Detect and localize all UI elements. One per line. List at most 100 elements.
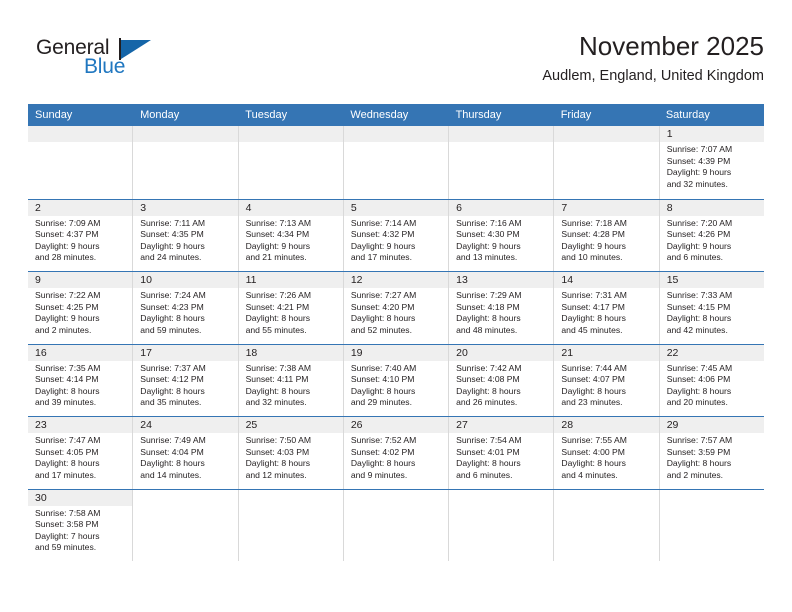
- day-sun-info: Sunrise: 7:50 AM Sunset: 4:03 PM Daylight:…: [239, 433, 343, 481]
- day-cell[interactable]: 24 Sunrise: 7:49 AM Sunset: 4:04 PM Dayligh…: [133, 417, 239, 489]
- day-sun-info: Sunrise: 7:38 AM Sunset: 4:11 PM Daylight:…: [239, 361, 343, 409]
- daylight-text-line2: and 6 minutes.: [666, 252, 724, 263]
- day-cell[interactable]: 19 Sunrise: 7:40 AM Sunset: 4:10 PM Dayligh…: [343, 344, 450, 416]
- sunset-text: Sunset: 4:02 PM: [350, 446, 415, 457]
- day-cell[interactable]: 20 Sunrise: 7:42 AM Sunset: 4:08 PM Dayligh…: [449, 344, 555, 416]
- weekday-monday: Monday: [140, 109, 180, 121]
- day-cell[interactable]: 28 Sunrise: 7:55 AM Sunset: 4:00 PM Dayligh…: [554, 417, 660, 489]
- day-number: 5: [343, 199, 449, 216]
- day-cell[interactable]: 16 Sunrise: 7:35 AM Sunset: 4:14 PM Dayligh…: [28, 344, 134, 416]
- weekday-header-row: Sunday Monday Tuesday Wednesday Thursday…: [28, 104, 764, 126]
- day-number: 6: [449, 199, 554, 216]
- calendar-week-row: 23 Sunrise: 7:47 AM Sunset: 4:05 PM Dayligh…: [28, 416, 764, 489]
- day-cell-blank: [660, 490, 764, 562]
- day-cell[interactable]: 22 Sunrise: 7:45 AM Sunset: 4:06 PM Dayligh…: [659, 344, 764, 417]
- sunrise-text: Sunrise: 7:44 AM: [561, 362, 627, 373]
- calendar-page: General Blue November 2025 Audlem, Engla…: [0, 0, 792, 612]
- day-cell[interactable]: 10 Sunrise: 7:24 AM Sunset: 4:23 PM Dayligh…: [133, 272, 239, 344]
- day-cell-empty: [28, 126, 134, 199]
- day-number: 9: [28, 272, 133, 288]
- sunrise-text: Sunrise: 7:58 AM: [35, 507, 101, 518]
- day-number: 21: [554, 344, 659, 361]
- calendar-week-row: 1 Sunrise: 7:07 AM Sunset: 4:39 PM Daylight…: [28, 126, 764, 199]
- daylight-text-line1: Daylight: 9 hours: [35, 313, 100, 324]
- daylight-text-line2: and 4 minutes.: [561, 469, 618, 480]
- sunrise-text: Sunrise: 7:29 AM: [456, 290, 522, 300]
- sunset-text: Sunset: 4:06 PM: [666, 374, 731, 385]
- day-number-strip: [343, 126, 449, 142]
- daylight-text-line1: Daylight: 8 hours: [245, 313, 311, 324]
- day-cell[interactable]: 8 Sunrise: 7:20 AM Sunset: 4:26 PM Daylight…: [659, 199, 764, 272]
- day-number: 29: [659, 417, 764, 433]
- day-cell-empty: [554, 126, 660, 199]
- day-number: 12: [343, 272, 449, 288]
- day-cell[interactable]: 27 Sunrise: 7:54 AM Sunset: 4:01 PM Dayligh…: [449, 417, 555, 489]
- day-cell[interactable]: 3 Sunrise: 7:11 AM Sunset: 4:35 PM Daylight…: [133, 199, 239, 271]
- sunrise-text: Sunrise: 7:50 AM: [245, 435, 312, 445]
- day-cell[interactable]: 9 Sunrise: 7:22 AM Sunset: 4:25 PM Daylight…: [28, 272, 134, 344]
- daylight-text-line1: Daylight: 7 hours: [35, 530, 100, 541]
- sunset-text: Sunset: 4:39 PM: [666, 155, 731, 166]
- day-cell-blank: [344, 489, 450, 561]
- day-cell[interactable]: 4 Sunrise: 7:13 AM Sunset: 4:34 PM Daylight…: [238, 199, 344, 271]
- sunrise-text: Sunrise: 7:11 AM: [140, 217, 206, 228]
- day-sun-info: Sunrise: 7:55 AM Sunset: 4:00 PM Daylight:…: [554, 433, 658, 481]
- day-cell[interactable]: 15 Sunrise: 7:33 AM Sunset: 4:15 PM Dayligh…: [659, 272, 764, 344]
- day-cell[interactable]: 7 Sunrise: 7:18 AM Sunset: 4:28 PM Daylight…: [554, 199, 660, 271]
- sunrise-text: Sunrise: 7:37 AM: [140, 362, 206, 373]
- day-cell[interactable]: 18 Sunrise: 7:38 AM Sunset: 4:11 PM Dayligh…: [238, 344, 344, 416]
- day-sun-info: Sunrise: 7:42 AM Sunset: 4:08 PM Daylight:…: [449, 361, 553, 409]
- day-cell[interactable]: 6 Sunrise: 7:16 AM Sunset: 4:30 PM Daylight…: [449, 199, 555, 271]
- day-cell[interactable]: 2 Sunrise: 7:09 AM Sunset: 4:37 PM Daylight…: [28, 199, 134, 271]
- day-number: 20: [449, 344, 554, 361]
- day-number: 19: [343, 344, 449, 361]
- weekday-tuesday: Tuesday: [245, 109, 288, 121]
- sunrise-text: Sunrise: 7:49 AM: [140, 435, 206, 445]
- daylight-text-line2: and 2 minutes.: [35, 324, 92, 335]
- daylight-text-line1: Daylight: 8 hours: [666, 385, 732, 396]
- sunset-text: Sunset: 4:28 PM: [561, 229, 625, 240]
- sunset-text: Sunset: 4:25 PM: [35, 301, 99, 312]
- day-cell[interactable]: 11 Sunrise: 7:26 AM Sunset: 4:21 PM Dayligh…: [238, 272, 344, 344]
- day-cell[interactable]: 29 Sunrise: 7:57 AM Sunset: 3:59 PM Dayligh…: [659, 417, 764, 489]
- calendar-week-row: 16 Sunrise: 7:35 AM Sunset: 4:14 PM Dayligh…: [28, 343, 764, 417]
- day-cell[interactable]: 1 Sunrise: 7:07 AM Sunset: 4:39 PM Daylight…: [659, 126, 764, 199]
- weekday-wednesday: Wednesday: [350, 109, 409, 121]
- day-sun-info: Sunrise: 7:16 AM Sunset: 4:30 PM Daylight:…: [449, 216, 553, 264]
- day-cell[interactable]: 14 Sunrise: 7:31 AM Sunset: 4:17 PM Dayligh…: [554, 272, 660, 344]
- day-number: 16: [28, 344, 133, 361]
- day-cell[interactable]: 25 Sunrise: 7:50 AM Sunset: 4:03 PM Dayligh…: [238, 417, 344, 489]
- day-sun-info: Sunrise: 7:54 AM Sunset: 4:01 PM Daylight:…: [449, 433, 553, 481]
- day-cell[interactable]: 26 Sunrise: 7:52 AM Sunset: 4:02 PM Dayligh…: [343, 417, 450, 489]
- sunset-text: Sunset: 4:12 PM: [140, 374, 204, 385]
- sunset-text: Sunset: 4:08 PM: [456, 374, 520, 385]
- daylight-text-line1: Daylight: 8 hours: [561, 458, 626, 469]
- general-blue-logo: General Blue: [36, 36, 216, 88]
- sunset-text: Sunset: 4:04 PM: [140, 446, 204, 457]
- sunrise-text: Sunrise: 7:38 AM: [245, 362, 312, 373]
- page-title: November 2025: [579, 31, 764, 61]
- day-cell[interactable]: 17 Sunrise: 7:37 AM Sunset: 4:12 PM Dayligh…: [133, 344, 239, 416]
- sunset-text: Sunset: 4:37 PM: [35, 229, 99, 240]
- day-cell[interactable]: 13 Sunrise: 7:29 AM Sunset: 4:18 PM Dayligh…: [449, 272, 555, 344]
- day-cell[interactable]: 5 Sunrise: 7:14 AM Sunset: 4:32 PM Daylight…: [343, 199, 450, 271]
- sunrise-text: Sunrise: 7:14 AM: [350, 217, 417, 228]
- daylight-text-line2: and 13 minutes.: [456, 252, 518, 263]
- sunset-text: Sunset: 4:34 PM: [245, 229, 310, 240]
- day-number: 4: [238, 199, 343, 216]
- daylight-text-line1: Daylight: 8 hours: [456, 385, 521, 396]
- day-cell[interactable]: 23 Sunrise: 7:47 AM Sunset: 4:05 PM Dayligh…: [28, 417, 134, 489]
- title-block: November 2025 Audlem, England, United Ki…: [542, 30, 764, 86]
- sunrise-text: Sunrise: 7:13 AM: [245, 217, 312, 228]
- day-cell[interactable]: 21 Sunrise: 7:44 AM Sunset: 4:07 PM Dayligh…: [554, 344, 660, 416]
- daylight-text-line1: Daylight: 8 hours: [561, 385, 626, 396]
- day-cell[interactable]: 12 Sunrise: 7:27 AM Sunset: 4:20 PM Dayligh…: [343, 272, 450, 344]
- calendar-weeks: 1 Sunrise: 7:07 AM Sunset: 4:39 PM Daylight…: [28, 126, 764, 561]
- day-sun-info: Sunrise: 7:33 AM Sunset: 4:15 PM Daylight:…: [660, 288, 764, 336]
- daylight-text-line1: Daylight: 8 hours: [561, 313, 626, 324]
- sunrise-text: Sunrise: 7:52 AM: [350, 435, 417, 445]
- sunset-text: Sunset: 4:18 PM: [456, 301, 520, 312]
- daylight-text-line1: Daylight: 9 hours: [350, 240, 416, 251]
- day-sun-info: Sunrise: 7:40 AM Sunset: 4:10 PM Daylight:…: [344, 361, 448, 409]
- day-cell[interactable]: 30 Sunrise: 7:58 AM Sunset: 3:58 PM Dayligh…: [28, 489, 134, 561]
